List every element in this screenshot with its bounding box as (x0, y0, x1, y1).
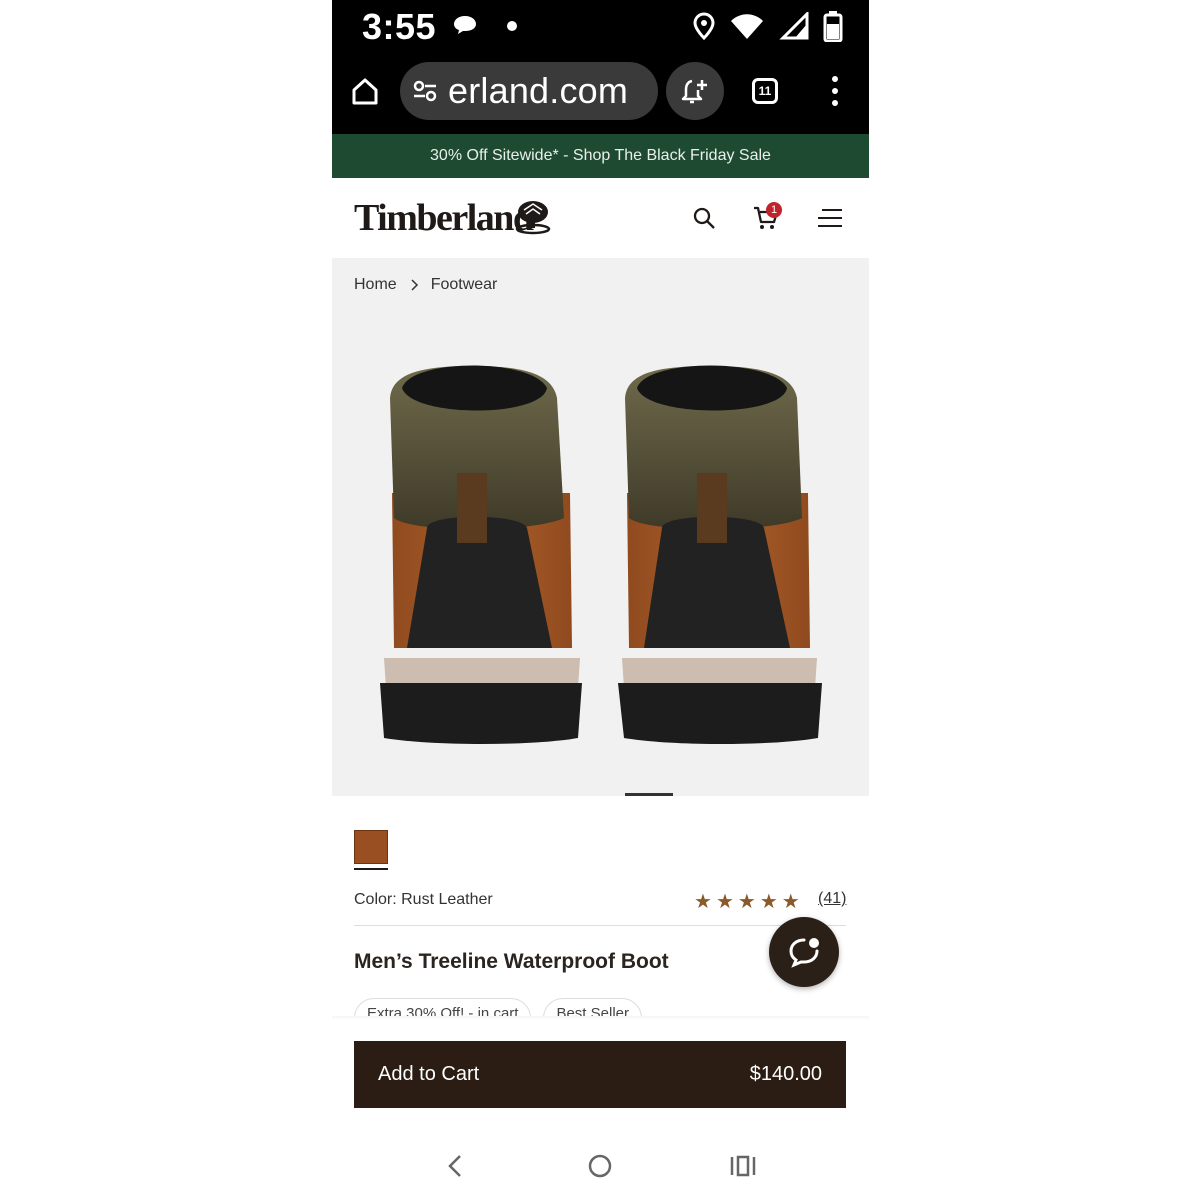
rating-stars[interactable]: ★ ★ ★ ★ ★ (694, 889, 800, 914)
review-count-link[interactable]: (41) (818, 890, 846, 908)
right-boot (618, 365, 822, 744)
promo-banner[interactable]: 30% Off Sitewide* - Shop The Black Frida… (332, 134, 869, 178)
chevron-right-icon (411, 279, 418, 291)
timberland-logo[interactable]: Timberland (354, 196, 534, 240)
wifi-icon (731, 14, 763, 39)
chat-button[interactable] (769, 917, 839, 987)
product-title: Men’s Treeline Waterproof Boot (354, 950, 669, 973)
site-header: Timberland 1 (332, 178, 869, 258)
color-swatch-rust[interactable] (354, 830, 388, 864)
best-seller-chip: Best Seller (543, 998, 642, 1018)
address-bar[interactable]: erland.com (400, 62, 658, 120)
status-bar: 3:55 (332, 0, 869, 52)
signal-icon (779, 12, 809, 40)
chat-icon (789, 938, 819, 968)
breadcrumb-home[interactable]: Home (354, 276, 397, 294)
add-alert-icon (681, 79, 707, 104)
swatch-selected-underline (354, 868, 388, 870)
color-label: Color: Rust Leather (354, 891, 493, 908)
add-to-cart-button[interactable]: Add to Cart $140.00 (354, 1041, 846, 1108)
gallery-indicator (625, 793, 673, 796)
tab-count: 11 (758, 84, 772, 98)
add-alert-button[interactable] (666, 62, 724, 120)
product-gallery[interactable]: Home Footwear (332, 258, 869, 796)
breadcrumb: Home Footwear (354, 276, 497, 294)
promo-chip[interactable]: Extra 30% Off! - in cart (354, 998, 532, 1018)
system-nav-bar (332, 1140, 869, 1200)
product-image (380, 365, 822, 744)
scroll-fade (332, 1016, 869, 1020)
url-text: erland.com (448, 70, 629, 111)
star-icon: ★ (759, 891, 778, 913)
message-icon (454, 16, 476, 34)
promo-text: 30% Off Sitewide* - Shop The Black Frida… (430, 147, 771, 164)
divider (354, 925, 846, 926)
tabs-button[interactable]: 11 (752, 78, 778, 104)
more-icon[interactable] (830, 76, 840, 106)
breadcrumb-footwear[interactable]: Footwear (431, 276, 498, 294)
search-icon[interactable] (692, 206, 716, 230)
menu-icon[interactable] (816, 208, 842, 228)
cart-count-badge: 1 (766, 202, 782, 218)
phone-screen: 3:55 erland.com 11 30% Off Sitewide* - S… (332, 0, 869, 1200)
notification-dot (507, 21, 517, 31)
add-to-cart-label: Add to Cart (378, 1063, 480, 1085)
home-icon[interactable] (350, 76, 380, 106)
location-icon (693, 12, 715, 40)
left-boot (380, 365, 582, 744)
tree-logo-icon (515, 201, 551, 235)
star-icon: ★ (781, 891, 800, 913)
product-badges: Extra 30% Off! - in cart Best Seller (354, 998, 642, 1018)
star-icon: ★ (715, 891, 734, 913)
back-icon[interactable] (446, 1154, 466, 1178)
browser-toolbar: erland.com 11 (332, 52, 869, 134)
recent-apps-icon[interactable] (730, 1154, 756, 1178)
status-icons (693, 10, 843, 42)
home-nav-icon[interactable] (588, 1154, 612, 1178)
star-icon: ★ (737, 891, 756, 913)
battery-icon (823, 11, 843, 42)
status-time: 3:55 (362, 6, 437, 47)
price: $140.00 (749, 1063, 822, 1085)
site-settings-icon[interactable] (412, 78, 438, 104)
star-icon: ★ (694, 891, 712, 913)
